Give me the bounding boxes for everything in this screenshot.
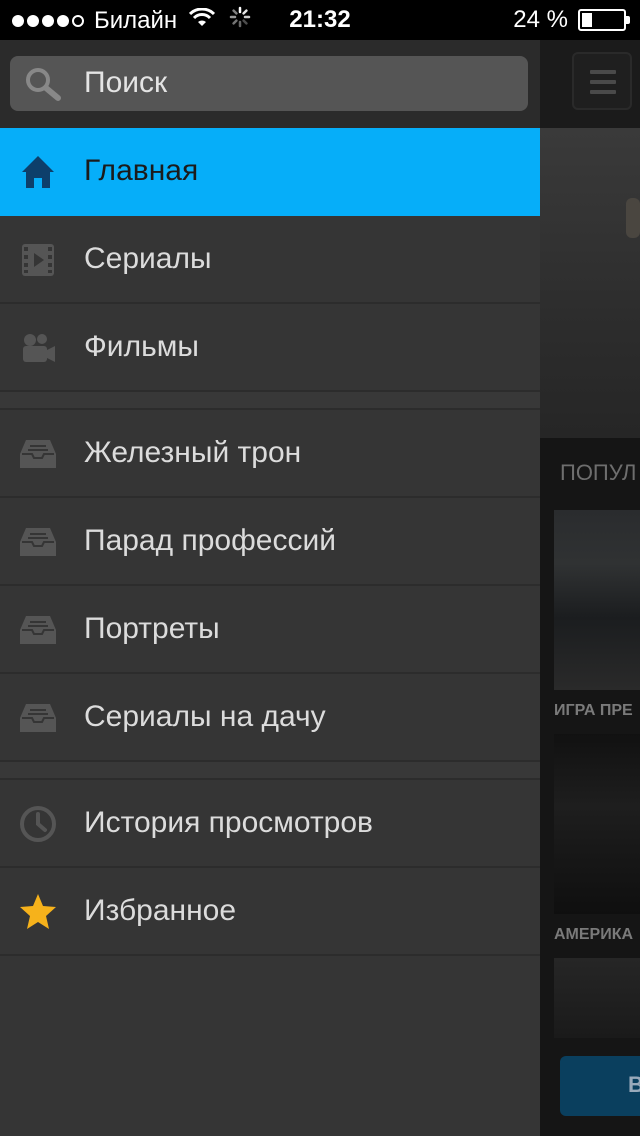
star-icon	[18, 892, 58, 932]
poster-title: ИГРА ПРЕ	[554, 702, 633, 719]
menu-item-label: Портреты	[84, 612, 220, 645]
battery-icon	[578, 9, 630, 31]
section-divider	[0, 762, 540, 780]
menu-item-label: Фильмы	[84, 330, 199, 363]
section-divider	[0, 392, 540, 410]
menu-item-label: Парад профессий	[84, 524, 336, 557]
menu-item-dacha-series[interactable]: Сериалы на дачу	[0, 674, 540, 762]
poster-thumbnail[interactable]	[554, 958, 640, 1038]
search-icon	[24, 66, 64, 107]
tray-icon	[18, 610, 58, 650]
menu-item-profession-parade[interactable]: Парад профессий	[0, 498, 540, 586]
side-drawer: Главная Сериалы Фильмы Железный трон Пар…	[0, 40, 540, 1136]
home-icon	[18, 152, 58, 192]
battery-percentage: 24 %	[513, 6, 568, 33]
action-button[interactable]: В	[560, 1056, 640, 1116]
film-strip-icon	[18, 240, 58, 280]
menu-item-watch-history[interactable]: История просмотров	[0, 780, 540, 868]
menu-item-series[interactable]: Сериалы	[0, 216, 540, 304]
menu-item-portraits[interactable]: Портреты	[0, 586, 540, 674]
menu-item-label: Железный трон	[84, 436, 302, 469]
menu-item-movies[interactable]: Фильмы	[0, 304, 540, 392]
menu-item-label: Сериалы	[84, 242, 212, 275]
movie-camera-icon	[18, 328, 58, 368]
menu-item-label: История просмотров	[84, 806, 373, 839]
section-heading: ПОПУЛ	[560, 460, 637, 485]
top-bar	[540, 40, 640, 128]
search-field[interactable]	[10, 56, 528, 111]
search-input[interactable]	[84, 64, 518, 102]
tray-icon	[18, 434, 58, 474]
hero-banner-image[interactable]	[540, 128, 640, 438]
search-bar	[0, 40, 540, 128]
clock-icon	[18, 804, 58, 844]
poster-thumbnail[interactable]	[554, 510, 640, 690]
tray-icon	[18, 698, 58, 738]
tray-icon	[18, 522, 58, 562]
poster-thumbnail[interactable]	[554, 734, 640, 914]
poster-title: АМЕРИКА	[554, 926, 634, 943]
status-bar: Билайн 21:32 24 %	[0, 0, 640, 40]
menu-item-iron-throne[interactable]: Железный трон	[0, 410, 540, 498]
menu-item-favorites[interactable]: Избранное	[0, 868, 540, 956]
menu-item-label: Избранное	[84, 894, 237, 927]
hamburger-menu-button[interactable]	[572, 52, 632, 110]
menu-item-home[interactable]: Главная	[0, 128, 540, 216]
menu-item-label: Сериалы на дачу	[84, 700, 326, 733]
menu-item-label: Главная	[84, 154, 199, 187]
main-content: ПОПУЛ ИГРА ПРЕ АМЕРИКА В	[540, 40, 640, 1136]
